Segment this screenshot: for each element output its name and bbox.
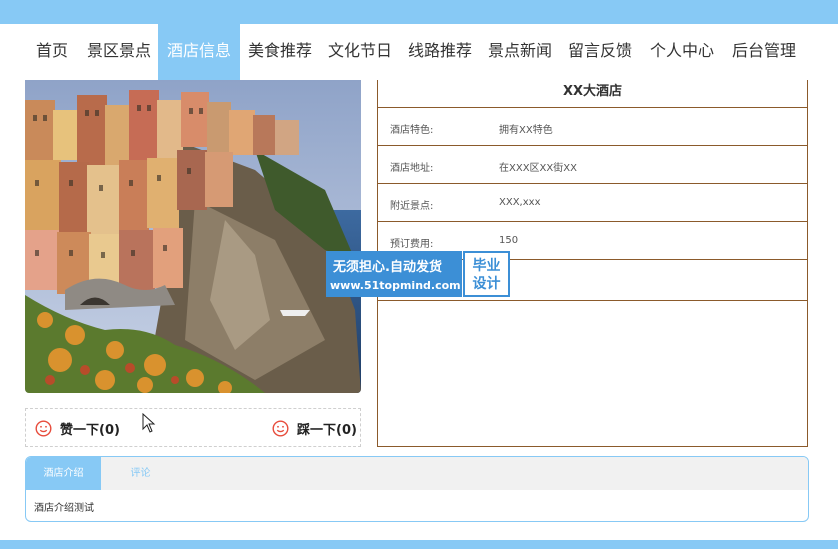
nav-item-news[interactable]: 景点新闻 (480, 24, 560, 80)
info-divider (378, 300, 807, 301)
watermark-banner: 无须担心.自动发货 www.51topmind.com 毕业 设计 (326, 251, 510, 297)
watermark-badge-line2: 设计 (472, 276, 501, 292)
watermark-line1: 无须担心.自动发货 (333, 260, 442, 275)
tab-header: 酒店介绍 评论 (26, 457, 808, 490)
nav-item-feedback[interactable]: 留言反馈 (560, 24, 640, 80)
nav-item-food[interactable]: 美食推荐 (240, 24, 320, 80)
like-label: 赞一下(0) (60, 423, 120, 438)
field-value: XXX,xxx (499, 197, 541, 208)
field-label: 预订费用: (390, 239, 434, 250)
vote-bar: 赞一下(0) 踩一下(0) (25, 408, 361, 447)
nav-item-hotel-info[interactable]: 酒店信息 (158, 24, 240, 80)
smile-icon (35, 420, 52, 437)
hotel-photo (25, 80, 361, 393)
smile-icon (272, 420, 289, 437)
watermark-badge: 毕业 设计 (463, 251, 510, 297)
nav-item-scenic-spots[interactable]: 景区景点 (80, 24, 158, 80)
nav-item-profile[interactable]: 个人中心 (642, 24, 722, 80)
info-row-address: 酒店地址: 在XXX区XX街XX (378, 145, 807, 183)
field-label: 酒店地址: (390, 163, 434, 174)
like-button[interactable]: 赞一下(0) (35, 409, 120, 448)
watermark-text-box: 无须担心.自动发货 www.51topmind.com (326, 251, 462, 297)
watermark-badge-line1: 毕业 (472, 258, 501, 274)
top-accent-bar (0, 0, 838, 24)
detail-tabs: 酒店介绍 评论 酒店介绍测试 (25, 456, 809, 522)
nav-item-home[interactable]: 首页 (24, 24, 80, 80)
field-value: 拥有XX特色 (499, 125, 553, 136)
nav-item-admin[interactable]: 后台管理 (724, 24, 804, 80)
dislike-button[interactable]: 踩一下(0) (272, 409, 357, 448)
bottom-accent-bar (0, 540, 838, 549)
tab-content: 酒店介绍测试 (34, 503, 94, 514)
mouse-cursor-icon (142, 413, 156, 433)
hotel-name: XX大酒店 (562, 84, 623, 99)
main-nav: 首页 景区景点 酒店信息 美食推荐 文化节日 线路推荐 景点新闻 留言反馈 个人… (0, 24, 838, 80)
tab-hotel-intro[interactable]: 酒店介绍 (26, 457, 101, 490)
tab-comments[interactable]: 评论 (105, 457, 176, 490)
watermark-line2: www.51topmind.com (330, 279, 461, 292)
info-row-nearby: 附近景点: XXX,xxx (378, 183, 807, 221)
nav-item-culture-festivals[interactable]: 文化节日 (320, 24, 400, 80)
field-value: 150 (499, 235, 519, 246)
field-value: 在XXX区XX街XX (499, 163, 577, 174)
info-row-feature: 酒店特色: 拥有XX特色 (378, 107, 807, 145)
field-label: 附近景点: (390, 201, 434, 212)
dislike-label: 踩一下(0) (297, 423, 357, 438)
nav-item-routes[interactable]: 线路推荐 (400, 24, 480, 80)
field-label: 酒店特色: (390, 125, 434, 136)
